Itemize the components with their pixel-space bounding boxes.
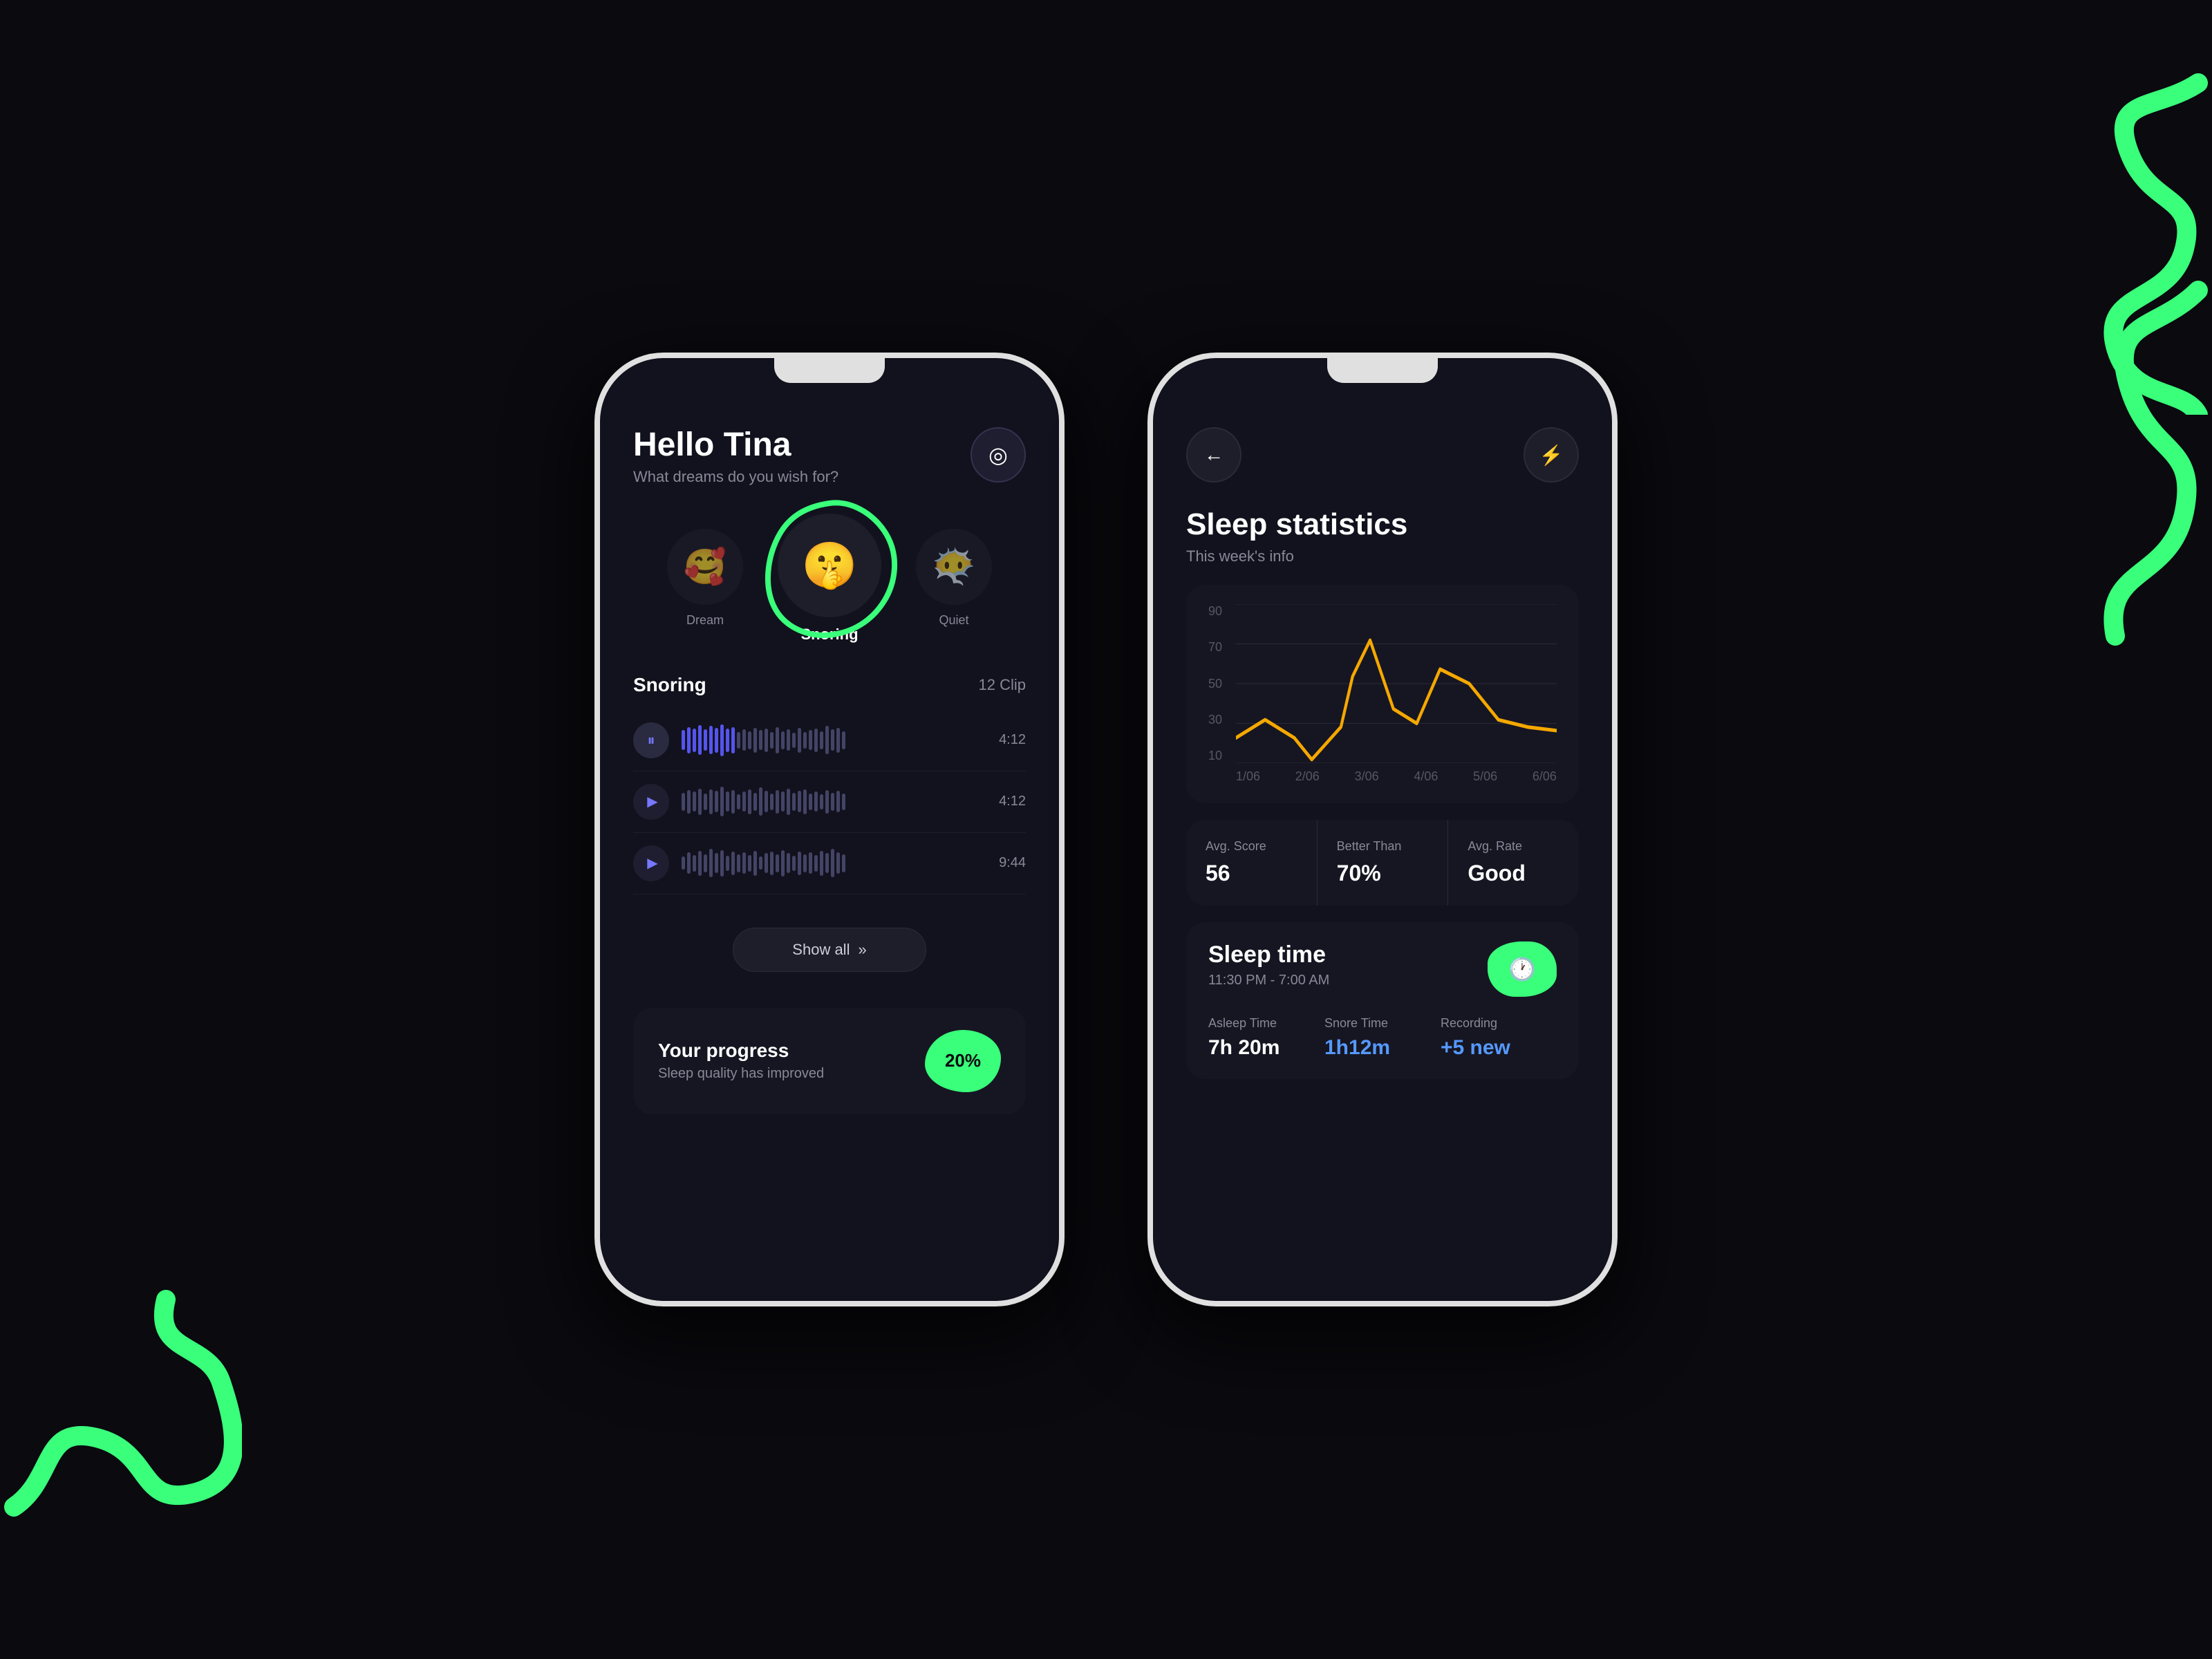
clip-row-2: ▶ 4:12	[633, 771, 1026, 833]
chart-x-4: 4/06	[1414, 769, 1438, 784]
snore-time-label: Snore Time	[1324, 1016, 1441, 1031]
chevrons-right-icon: »	[858, 941, 866, 959]
mode-dream[interactable]: 🥰 Dream	[667, 529, 743, 628]
stat-avg-score-value: 56	[1206, 861, 1297, 886]
settings-icon: ◎	[988, 442, 1008, 468]
back-arrow-icon: ←	[1204, 444, 1224, 466]
clips-header: Snoring 12 Clip	[633, 674, 1026, 696]
screen-right: ← ⚡ Sleep statistics This week's info 90	[1153, 358, 1612, 1301]
chart-x-6: 6/06	[1533, 769, 1557, 784]
clip-row-1: ⏸ 4:12	[633, 710, 1026, 771]
sleep-title: Sleep time	[1208, 941, 1329, 968]
stat-avg-score-label: Avg. Score	[1206, 839, 1297, 854]
chart-y-90: 90	[1208, 604, 1222, 619]
stat-avg-score: Avg. Score 56	[1186, 820, 1318, 906]
sleep-header: Sleep time 11:30 PM - 7:00 AM 🕐	[1208, 941, 1557, 997]
phone-right: ← ⚡ Sleep statistics This week's info 90	[1147, 353, 1618, 1306]
sleep-stat-snore: Snore Time 1h12m	[1324, 1016, 1441, 1060]
sleep-icon-badge: 🕐	[1488, 941, 1557, 997]
sleep-info: Sleep time 11:30 PM - 7:00 AM	[1208, 941, 1329, 988]
chart-y-50: 50	[1208, 677, 1222, 691]
mode-snoring[interactable]: 🤫 Snoring	[778, 514, 881, 644]
play-button-3[interactable]: ▶	[633, 845, 669, 881]
page-subtitle: This week's info	[1186, 547, 1579, 565]
modes-row: 🥰 Dream 🤫 Snoring	[633, 514, 1026, 644]
clips-count: 12 Clip	[979, 676, 1026, 694]
lightning-icon: ⚡	[1539, 444, 1564, 467]
settings-button[interactable]: ◎	[971, 427, 1026, 482]
progress-title: Your progress	[658, 1040, 824, 1062]
sleep-stat-asleep: Asleep Time 7h 20m	[1208, 1016, 1324, 1060]
play-button-2[interactable]: ▶	[633, 784, 669, 820]
progress-section: Your progress Sleep quality has improved…	[633, 1008, 1026, 1114]
greeting: Hello Tina What dreams do you wish for?	[633, 427, 838, 486]
sleep-time-range: 11:30 PM - 7:00 AM	[1208, 973, 1329, 988]
lightning-button[interactable]: ⚡	[1524, 427, 1579, 482]
recording-value: +5 new	[1441, 1036, 1557, 1060]
clip-duration-3: 9:44	[988, 855, 1026, 871]
progress-subtitle: Sleep quality has improved	[658, 1066, 824, 1082]
waveform-2	[682, 785, 975, 818]
stat-better-than: Better Than 70%	[1318, 820, 1449, 906]
progress-info: Your progress Sleep quality has improved	[658, 1040, 824, 1082]
progress-badge: 20%	[925, 1030, 1001, 1092]
clip-row-3: ▶ 9:44	[633, 833, 1026, 894]
chart-x-2: 2/06	[1295, 769, 1320, 784]
chart-x-3: 3/06	[1355, 769, 1379, 784]
play-icon-3: ▶	[647, 854, 657, 872]
chart-y-30: 30	[1208, 713, 1222, 727]
pause-icon-1: ⏸	[647, 731, 655, 749]
stat-avg-rate-label: Avg. Rate	[1468, 839, 1559, 854]
waveform-1	[682, 724, 975, 757]
chart-svg-wrapper	[1236, 604, 1557, 763]
stat-avg-rate: Avg. Rate Good	[1448, 820, 1579, 906]
show-all-button[interactable]: Show all »	[733, 928, 926, 972]
clips-section: Snoring 12 Clip ⏸ 4:12	[633, 674, 1026, 988]
stat-better-than-label: Better Than	[1337, 839, 1429, 854]
sleep-clock-icon: 🕐	[1508, 956, 1536, 982]
phones-container: Hello Tina What dreams do you wish for? …	[594, 353, 1618, 1306]
mode-quiet[interactable]: 😶‍🌫️ Quiet	[916, 529, 992, 628]
asleep-time-label: Asleep Time	[1208, 1016, 1324, 1031]
chart-area: 90 70 50 30 10	[1208, 604, 1557, 784]
chart-x-1: 1/06	[1236, 769, 1260, 784]
page-title: Sleep statistics	[1186, 507, 1579, 542]
mode-quiet-avatar: 😶‍🌫️	[916, 529, 992, 605]
stat-better-than-value: 70%	[1337, 861, 1429, 886]
phone-left: Hello Tina What dreams do you wish for? …	[594, 353, 1065, 1306]
recording-label: Recording	[1441, 1016, 1557, 1031]
greeting-subtitle: What dreams do you wish for?	[633, 468, 838, 486]
chart-y-70: 70	[1208, 640, 1222, 655]
mode-snoring-avatar: 🤫	[778, 514, 881, 617]
sleep-section: Sleep time 11:30 PM - 7:00 AM 🕐 Asleep T…	[1186, 922, 1579, 1079]
chart-x-5: 5/06	[1473, 769, 1497, 784]
sleep-stat-recording: Recording +5 new	[1441, 1016, 1557, 1060]
pause-button-1[interactable]: ⏸	[633, 722, 669, 758]
mode-quiet-label: Quiet	[939, 613, 968, 628]
stats-row: Avg. Score 56 Better Than 70% Avg. Rate …	[1186, 820, 1579, 906]
waveform-3	[682, 847, 975, 880]
chart-y-10: 10	[1208, 749, 1222, 763]
notch-left	[774, 358, 885, 383]
screen-left: Hello Tina What dreams do you wish for? …	[600, 358, 1059, 1301]
notch-right	[1327, 358, 1438, 383]
show-all-label: Show all	[792, 941, 850, 959]
snore-time-value: 1h12m	[1324, 1036, 1441, 1060]
header-row: Hello Tina What dreams do you wish for? …	[633, 427, 1026, 486]
play-icon-2: ▶	[647, 793, 657, 810]
nav-row: ← ⚡	[1186, 427, 1579, 482]
chart-container: 90 70 50 30 10	[1186, 585, 1579, 803]
greeting-title: Hello Tina	[633, 427, 838, 464]
clip-duration-1: 4:12	[988, 732, 1026, 748]
chart-x-labels: 1/06 2/06 3/06 4/06 5/06 6/06	[1236, 769, 1557, 784]
mode-dream-label: Dream	[686, 613, 724, 628]
clip-duration-2: 4:12	[988, 794, 1026, 809]
stat-avg-rate-value: Good	[1468, 861, 1559, 886]
mode-dream-avatar: 🥰	[667, 529, 743, 605]
chart-y-labels: 90 70 50 30 10	[1208, 604, 1222, 763]
asleep-time-value: 7h 20m	[1208, 1036, 1324, 1060]
clips-title: Snoring	[633, 674, 706, 696]
sleep-stats-row: Asleep Time 7h 20m Snore Time 1h12m Reco…	[1208, 1016, 1557, 1060]
back-button[interactable]: ←	[1186, 427, 1241, 482]
